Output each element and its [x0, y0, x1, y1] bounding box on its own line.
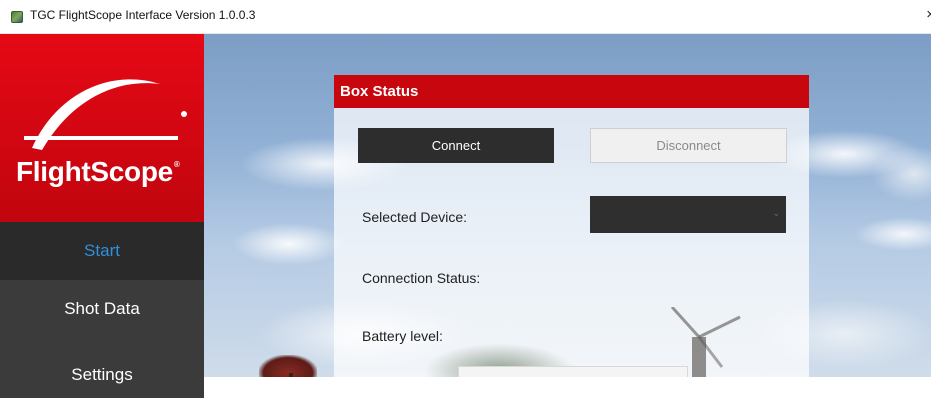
window-title: TGC FlightScope Interface Version 1.0.0.… [30, 8, 256, 22]
box-status-panel: Box Status Connect Disconnect Selected D… [334, 75, 809, 377]
sidebar: FlightScope® Start Shot Data Settings [0, 34, 204, 398]
chevron-down-icon: ⌄ [772, 208, 780, 218]
nav-item-settings[interactable]: Settings [0, 338, 204, 398]
logo: FlightScope® [0, 34, 204, 222]
nav-item-start[interactable]: Start [0, 222, 204, 280]
disconnect-button[interactable]: Disconnect [590, 128, 787, 163]
nav-item-shot-data[interactable]: Shot Data [0, 280, 204, 338]
close-button[interactable]: × [926, 6, 931, 23]
registered-mark: ® [173, 160, 180, 169]
logo-text: FlightScope® [16, 156, 180, 187]
battery-level-label: Battery level: [362, 328, 443, 344]
panel-bottom-box [458, 366, 688, 377]
selected-device-label: Selected Device: [362, 209, 468, 225]
title-bar: TGC FlightScope Interface Version 1.0.0.… [0, 0, 931, 34]
panel-header: Box Status [334, 75, 809, 108]
tree-image [259, 355, 317, 377]
connection-status-label: Connection Status: [362, 270, 481, 286]
connect-button[interactable]: Connect [358, 128, 554, 163]
app-icon [11, 11, 23, 23]
device-select[interactable]: ⌄ [590, 196, 786, 233]
flightscope-swoosh-icon [24, 79, 187, 150]
